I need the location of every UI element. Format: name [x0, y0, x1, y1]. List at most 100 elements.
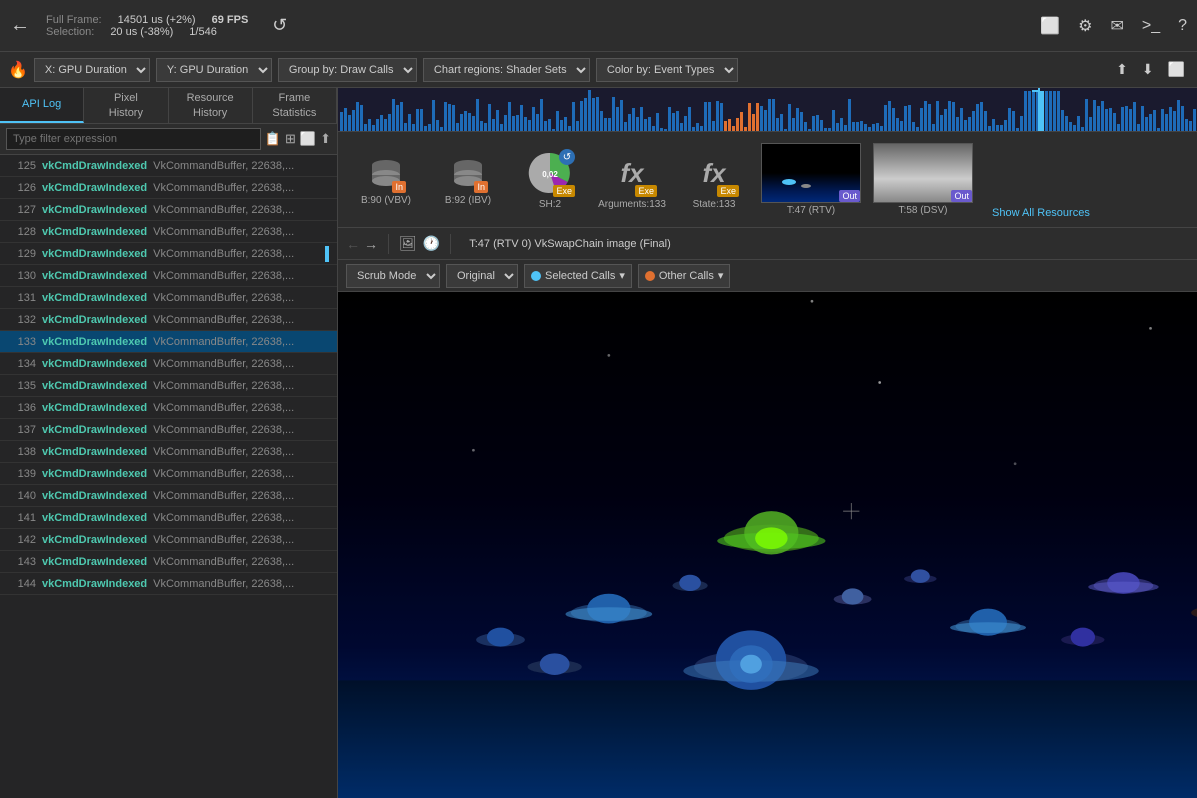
row-args: VkCommandBuffer, 22638,...	[153, 534, 294, 546]
table-row[interactable]: 138 vkCmdDrawIndexed VkCommandBuffer, 22…	[0, 441, 337, 463]
tab-frame-statistics[interactable]: FrameStatistics	[253, 88, 337, 123]
resource-state133[interactable]: fx Exe State:133	[674, 145, 754, 214]
filter-input[interactable]	[6, 128, 261, 150]
table-row[interactable]: 141 vkCmdDrawIndexed VkCommandBuffer, 22…	[0, 507, 337, 529]
scrub-mode-select[interactable]: Scrub Mode	[346, 264, 440, 288]
group-by-select[interactable]: Group by: Draw Calls	[278, 58, 417, 82]
resource-b92-icon: In	[448, 153, 488, 193]
resource-args133[interactable]: fx Exe Arguments:133	[592, 145, 672, 214]
tab-api-log[interactable]: API Log	[0, 88, 84, 123]
resource-t58[interactable]: Out T:58 (DSV)	[868, 139, 978, 220]
table-row[interactable]: 135 vkCmdDrawIndexed VkCommandBuffer, 22…	[0, 375, 337, 397]
table-row[interactable]: 136 vkCmdDrawIndexed VkCommandBuffer, 22…	[0, 397, 337, 419]
terminal-icon[interactable]: >_	[1142, 17, 1160, 35]
table-row[interactable]: 140 vkCmdDrawIndexed VkCommandBuffer, 22…	[0, 485, 337, 507]
x-axis-select[interactable]: X: GPU Duration	[34, 58, 150, 82]
row-cmd: vkCmdDrawIndexed	[42, 512, 147, 524]
viewer-image-btn[interactable]: 🖼	[399, 235, 417, 252]
chart-regions-select[interactable]: Chart regions: Shader Sets	[423, 58, 590, 82]
table-row[interactable]: 130 vkCmdDrawIndexed VkCommandBuffer, 22…	[0, 265, 337, 287]
row-cmd: vkCmdDrawIndexed	[42, 358, 147, 370]
tab-pixel-history[interactable]: PixelHistory	[84, 88, 168, 123]
other-calls-dropdown[interactable]: Other Calls ▾	[638, 264, 731, 288]
row-num: 126	[8, 182, 36, 194]
table-row[interactable]: 132 vkCmdDrawIndexed VkCommandBuffer, 22…	[0, 309, 337, 331]
frame-info: Full Frame: 14501 us (+2%) 69 FPS Select…	[46, 14, 248, 38]
reset-button[interactable]: ↺	[272, 15, 287, 36]
resource-b90[interactable]: In B:90 (VBV)	[346, 149, 426, 210]
selected-calls-dot	[531, 271, 541, 281]
resource-b92[interactable]: In B:92 (IBV)	[428, 149, 508, 210]
t47-label: T:47 (RTV)	[787, 205, 835, 216]
row-cmd: vkCmdDrawIndexed	[42, 204, 147, 216]
api-list: 125 vkCmdDrawIndexed VkCommandBuffer, 22…	[0, 155, 337, 798]
row-cmd: vkCmdDrawIndexed	[42, 160, 147, 172]
t58-label: T:58 (DSV)	[899, 205, 948, 216]
resource-sh2[interactable]: 0,02 ↺ Exe SH:2	[510, 145, 590, 214]
tab-resource-history[interactable]: ResourceHistory	[169, 88, 253, 123]
table-row[interactable]: 134 vkCmdDrawIndexed VkCommandBuffer, 22…	[0, 353, 337, 375]
table-row[interactable]: 125 vkCmdDrawIndexed VkCommandBuffer, 22…	[0, 155, 337, 177]
fullscreen-icon-btn[interactable]: ⬜	[1164, 59, 1189, 80]
resource-state-icon: fx Exe	[689, 149, 739, 197]
table-row[interactable]: 144 vkCmdDrawIndexed VkCommandBuffer, 22…	[0, 573, 337, 595]
download-icon-btn[interactable]: ⬇	[1138, 59, 1158, 80]
table-row[interactable]: 127 vkCmdDrawIndexed VkCommandBuffer, 22…	[0, 199, 337, 221]
email-icon[interactable]: ✉	[1110, 16, 1123, 36]
viewer-controls: ← → 🖼 🕐 T:47 (RTV 0) VkSwapChain image (…	[338, 228, 1197, 260]
other-calls-label: Other Calls	[659, 270, 714, 282]
table-row[interactable]: 133 vkCmdDrawIndexed VkCommandBuffer, 22…	[0, 331, 337, 353]
export-icon-btn[interactable]: ⬆	[1112, 59, 1132, 80]
row-args: VkCommandBuffer, 22638,...	[153, 556, 294, 568]
row-cmd: vkCmdDrawIndexed	[42, 402, 147, 414]
viewer-back-btn[interactable]: ←	[346, 236, 360, 252]
table-row[interactable]: 139 vkCmdDrawIndexed VkCommandBuffer, 22…	[0, 463, 337, 485]
table-row[interactable]: 137 vkCmdDrawIndexed VkCommandBuffer, 22…	[0, 419, 337, 441]
resource-args-icon: fx Exe	[607, 149, 657, 197]
settings-icon[interactable]: ⚙	[1078, 16, 1092, 36]
filter-export-btn[interactable]: ⬆	[320, 131, 331, 147]
layout-icon[interactable]: ⬜	[1040, 16, 1060, 36]
row-cmd: vkCmdDrawIndexed	[42, 490, 147, 502]
y-axis-select[interactable]: Y: GPU Duration	[156, 58, 272, 82]
b92-label: B:92 (IBV)	[445, 195, 491, 206]
row-args: VkCommandBuffer, 22638,...	[153, 182, 294, 194]
row-cmd: vkCmdDrawIndexed	[42, 182, 147, 194]
selected-calls-dropdown[interactable]: Selected Calls ▾	[524, 264, 632, 288]
filter-layout-btn[interactable]: ⬜	[300, 131, 316, 147]
row-num: 141	[8, 512, 36, 524]
table-row[interactable]: 143 vkCmdDrawIndexed VkCommandBuffer, 22…	[0, 551, 337, 573]
table-row[interactable]: 131 vkCmdDrawIndexed VkCommandBuffer, 22…	[0, 287, 337, 309]
color-by-select[interactable]: Color by: Event Types	[596, 58, 738, 82]
table-row[interactable]: 142 vkCmdDrawIndexed VkCommandBuffer, 22…	[0, 529, 337, 551]
show-all-resources-btn[interactable]: Show All Resources	[984, 203, 1098, 223]
other-calls-dot	[645, 271, 655, 281]
table-row[interactable]: 126 vkCmdDrawIndexed VkCommandBuffer, 22…	[0, 177, 337, 199]
filter-options-btn[interactable]: 📋	[265, 131, 281, 147]
timeline[interactable]	[338, 88, 1197, 132]
help-icon[interactable]: ?	[1178, 17, 1187, 35]
row-args: VkCommandBuffer, 22638,...	[153, 160, 294, 172]
resource-title: T:47 (RTV 0) VkSwapChain image (Final)	[469, 238, 1197, 250]
selected-calls-chevron: ▾	[619, 269, 625, 282]
table-row[interactable]: 128 vkCmdDrawIndexed VkCommandBuffer, 22…	[0, 221, 337, 243]
row-args: VkCommandBuffer, 22638,...	[153, 402, 294, 414]
resource-t47[interactable]: Out T:47 (RTV)	[756, 139, 866, 220]
viewer-forward-btn[interactable]: →	[364, 236, 378, 252]
original-select[interactable]: Original	[446, 264, 518, 288]
row-args: VkCommandBuffer, 22638,...	[153, 468, 294, 480]
b90-badge: In	[392, 181, 406, 193]
back-button[interactable]: ←	[10, 14, 30, 37]
row-num: 138	[8, 446, 36, 458]
fps-badge: 69 FPS	[212, 14, 249, 26]
row-num: 127	[8, 204, 36, 216]
row-cmd: vkCmdDrawIndexed	[42, 292, 147, 304]
filter-tree-btn[interactable]: ⊞	[285, 131, 296, 147]
row-args: VkCommandBuffer, 22638,...	[153, 270, 294, 282]
viewer-clock-btn[interactable]: 🕐	[423, 235, 440, 252]
frame-index: 1/546	[189, 26, 217, 38]
resource-sh2-icon: 0,02 ↺ Exe	[525, 149, 575, 197]
row-num: 125	[8, 160, 36, 172]
table-row[interactable]: 129 vkCmdDrawIndexed VkCommandBuffer, 22…	[0, 243, 337, 265]
row-num: 133	[8, 336, 36, 348]
